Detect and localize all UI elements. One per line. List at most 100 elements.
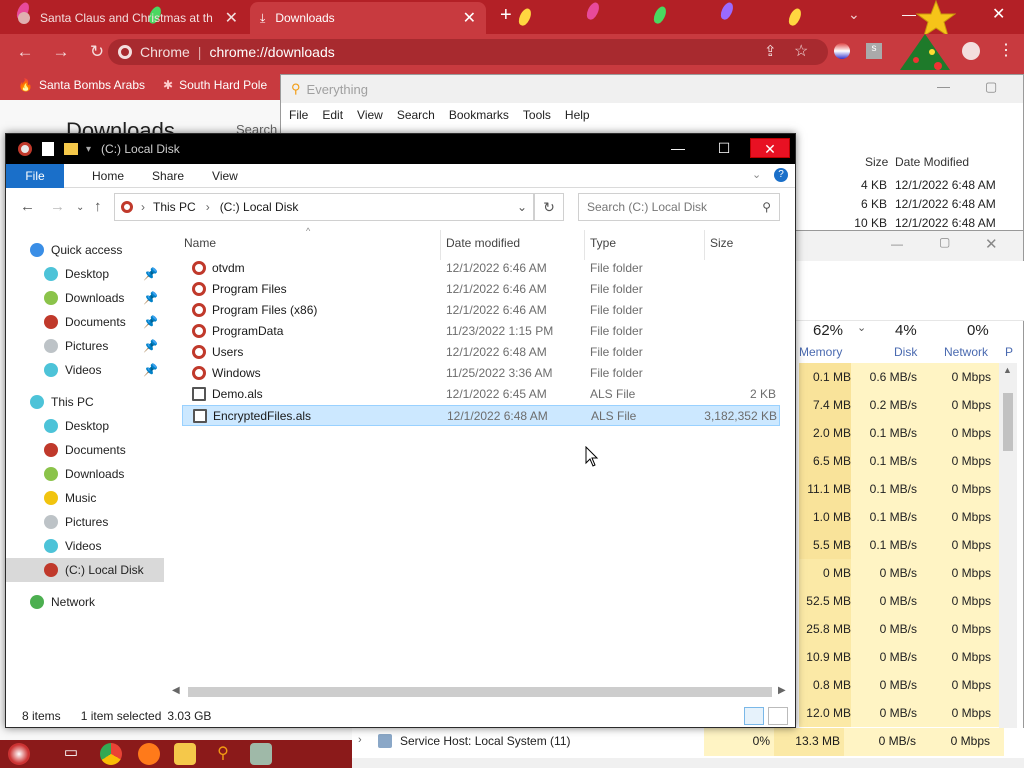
firefox-taskbar-icon[interactable]: [138, 743, 160, 765]
tab-santa-claus[interactable]: Santa Claus and Christmas at th ✕: [8, 2, 248, 34]
column-header-date[interactable]: Date modified: [446, 236, 520, 250]
menu-view[interactable]: View: [357, 108, 383, 122]
minimize-icon[interactable]: —: [937, 79, 950, 94]
close-tab-icon[interactable]: ✕: [225, 8, 238, 28]
profile-avatar[interactable]: [962, 42, 980, 60]
everything-taskbar-icon[interactable]: ⚲: [212, 743, 234, 765]
network-column-header[interactable]: Network: [944, 345, 988, 359]
nav-item-downloads[interactable]: Downloads 📌: [6, 286, 164, 310]
scroll-right-icon[interactable]: ▶: [778, 685, 786, 696]
file-row[interactable]: Program Files 12/1/2022 6:46 AM File folde…: [182, 279, 780, 300]
refresh-button[interactable]: ↻: [534, 193, 564, 221]
close-tab-icon[interactable]: ✕: [463, 8, 476, 28]
column-header-size[interactable]: Size: [865, 155, 888, 169]
task-manager-taskbar-icon[interactable]: [250, 743, 272, 765]
column-header-type[interactable]: Type: [590, 236, 616, 250]
up-arrow-icon[interactable]: ↑: [94, 198, 102, 215]
file-row[interactable]: Windows 11/25/2022 3:36 AM File folder: [182, 363, 780, 384]
minimize-icon[interactable]: —: [902, 6, 916, 22]
scroll-up-icon[interactable]: ▲: [1003, 365, 1012, 375]
vertical-scrollbar[interactable]: ▲ ▼: [999, 363, 1017, 753]
forward-icon[interactable]: →: [50, 42, 72, 62]
nav-item-documents[interactable]: Documents 📌: [6, 310, 164, 334]
minimize-icon[interactable]: —: [891, 237, 903, 251]
column-divider[interactable]: [704, 230, 705, 260]
scrollbar-thumb[interactable]: [188, 687, 772, 697]
nav-item-pc-music[interactable]: Music: [6, 486, 164, 510]
back-arrow-icon[interactable]: ←: [20, 198, 35, 215]
nav-item-desktop[interactable]: Desktop 📌: [6, 262, 164, 286]
expand-ribbon-icon[interactable]: ⌄: [752, 168, 761, 181]
start-button[interactable]: [8, 743, 30, 765]
extension-icon[interactable]: s: [866, 43, 882, 59]
column-divider[interactable]: [584, 230, 585, 260]
new-tab-icon[interactable]: +: [500, 4, 512, 27]
nav-item-pc-downloads[interactable]: Downloads: [6, 462, 164, 486]
nav-item-pictures[interactable]: Pictures 📌: [6, 334, 164, 358]
file-row[interactable]: Demo.als 12/1/2022 6:45 AM ALS File 2 KB: [182, 384, 780, 405]
file-row[interactable]: Program Files (x86) 12/1/2022 6:46 AM File…: [182, 300, 780, 321]
disk-column-header[interactable]: Disk: [894, 345, 917, 359]
tm-process-row[interactable]: › Service Host: Local System (11) 0% 13.…: [352, 728, 1024, 768]
close-window-icon[interactable]: ✕: [992, 4, 1005, 24]
breadcrumb-local-disk[interactable]: (C:) Local Disk: [220, 200, 299, 214]
minimize-button[interactable]: —: [658, 138, 698, 158]
breadcrumb-this-pc[interactable]: This PC: [153, 200, 196, 214]
menu-tools[interactable]: Tools: [523, 108, 551, 122]
nav-item-pc-desktop[interactable]: Desktop: [6, 414, 164, 438]
nav-item-pc-videos[interactable]: Videos: [6, 534, 164, 558]
menu-bookmarks[interactable]: Bookmarks: [449, 108, 509, 122]
search-input[interactable]: Search (C:) Local Disk ⚲: [578, 193, 780, 221]
nav-quick-access[interactable]: Quick access: [6, 238, 164, 262]
nav-item-videos[interactable]: Videos 📌: [6, 358, 164, 382]
scrollbar-thumb[interactable]: [1003, 393, 1013, 451]
menu-icon[interactable]: ⋮: [998, 40, 1014, 60]
scroll-left-icon[interactable]: ◀: [172, 685, 180, 696]
nav-this-pc[interactable]: This PC: [6, 390, 164, 414]
tab-file[interactable]: File: [6, 163, 64, 188]
tab-downloads[interactable]: ⤓ Downloads ✕: [250, 2, 486, 34]
extension-icon[interactable]: [834, 43, 850, 59]
expand-chevron-icon[interactable]: ›: [358, 734, 362, 746]
nav-item-local-disk[interactable]: (C:) Local Disk: [6, 558, 164, 582]
chrome-taskbar-icon[interactable]: [100, 743, 122, 765]
file-row[interactable]: Users 12/1/2022 6:48 AM File folder: [182, 342, 780, 363]
column-header-name[interactable]: Name: [184, 236, 216, 250]
recent-locations-icon[interactable]: ⌄: [76, 202, 84, 213]
tab-view[interactable]: View: [212, 169, 238, 183]
task-view-icon[interactable]: ▭: [60, 743, 82, 765]
bookmark-star-icon[interactable]: ☆: [794, 41, 808, 61]
menu-search[interactable]: Search: [397, 108, 435, 122]
nav-network[interactable]: Network: [6, 590, 164, 614]
back-icon[interactable]: ←: [14, 42, 36, 62]
quick-access-toolbar-icon[interactable]: [42, 142, 54, 156]
address-bar[interactable]: › This PC › (C:) Local Disk ⌄: [114, 193, 534, 221]
close-icon[interactable]: ✕: [985, 235, 998, 253]
memory-column-header[interactable]: Memory: [799, 345, 842, 359]
close-button[interactable]: ✕: [750, 138, 790, 158]
file-row[interactable]: otvdm 12/1/2022 6:46 AM File folder: [182, 258, 780, 279]
forward-arrow-icon[interactable]: →: [50, 198, 65, 215]
large-icons-view-icon[interactable]: [768, 707, 788, 725]
tab-home[interactable]: Home: [92, 169, 124, 183]
bookmark-item[interactable]: 🔥 Santa Bombs Arabs: [18, 78, 145, 92]
maximize-icon[interactable]: ▢: [939, 235, 950, 249]
horizontal-scrollbar[interactable]: ◀ ▶: [172, 685, 792, 699]
column-header-date[interactable]: Date Modified: [895, 155, 969, 169]
maximize-icon[interactable]: ▢: [985, 79, 997, 95]
share-icon[interactable]: ⇪: [764, 42, 777, 60]
file-row[interactable]: EncryptedFiles.als 12/1/2022 6:48 AM ALS F…: [182, 405, 780, 426]
bookmark-item[interactable]: ✱ South Hard Pole: [163, 78, 267, 92]
power-column-header[interactable]: P: [1005, 345, 1013, 359]
details-view-icon[interactable]: [744, 707, 764, 725]
omnibox[interactable]: Chrome | chrome://downloads: [108, 39, 828, 65]
tab-search-icon[interactable]: ⌄: [848, 6, 860, 23]
column-divider[interactable]: [440, 230, 441, 260]
menu-help[interactable]: Help: [565, 108, 590, 122]
reload-icon[interactable]: ↻: [86, 42, 108, 62]
chevron-down-icon[interactable]: ▾: [86, 144, 91, 155]
file-row[interactable]: ProgramData 11/23/2022 1:15 PM File folder: [182, 321, 780, 342]
file-explorer-taskbar-icon[interactable]: [174, 743, 196, 765]
tab-share[interactable]: Share: [152, 169, 184, 183]
horizontal-scrollbar[interactable]: [352, 758, 1024, 768]
